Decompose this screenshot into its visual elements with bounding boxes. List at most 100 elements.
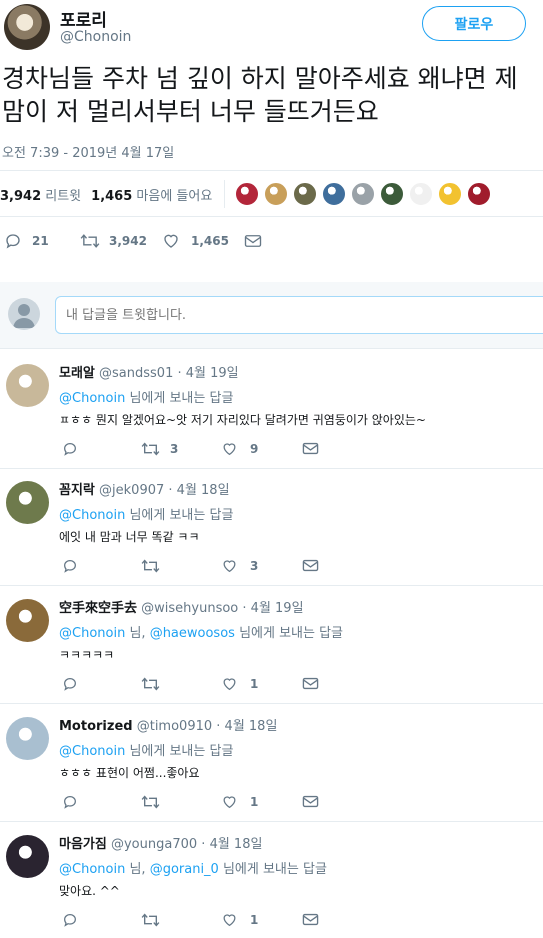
mention-link[interactable]: @Chonoin [59,508,125,523]
like-count: 3 [250,559,259,573]
retweet-stat-label: 리트윗 [45,188,82,204]
heart-icon [223,796,236,809]
reply-action[interactable] [62,558,78,574]
tweet-timestamp[interactable]: 오전 7:39 - 2019년 4월 17일 [2,142,174,161]
reply-date[interactable]: 4월 19일 [251,601,304,616]
dm-action[interactable] [244,233,262,249]
like-action[interactable]: 3 [221,558,258,574]
author-name[interactable]: 포로리 [60,6,107,31]
default-user-icon [13,304,35,328]
reply-author-handle[interactable]: @younga700 [111,837,197,852]
reply-author-name[interactable]: Motorized [59,719,133,734]
reply-date[interactable]: 4월 19일 [186,366,239,381]
like-count: 1,465 [191,234,229,248]
reply-input[interactable] [55,296,543,334]
liker-avatar[interactable] [380,182,405,206]
reply-author-handle[interactable]: @jek0907 [99,483,164,498]
heart-icon [223,443,236,456]
reply-action[interactable] [62,676,78,692]
liker-avatar[interactable] [438,182,463,206]
retweet-action[interactable]: 3 [141,441,178,457]
reply-tweet[interactable]: 꼼지락 @jek0907 · 4월 18일 @Chonoin 님에게 보내는 답글… [0,469,543,586]
mention-link[interactable]: @Chonoin [59,626,125,641]
liker-avatar[interactable] [351,182,376,206]
retweet-action[interactable] [141,794,170,810]
reply-author-name[interactable]: 모래알 [59,366,95,381]
reply-action[interactable] [62,794,78,810]
reply-date[interactable]: 4월 18일 [225,719,278,734]
reply-author-avatar[interactable] [6,835,49,878]
reply-tweet[interactable]: 모래알 @sandss01 · 4월 19일 @Chonoin 님에게 보내는 답… [0,352,543,469]
reply-action[interactable] [62,441,78,457]
reply-icon [64,560,76,573]
reply-tweet[interactable]: Motorized @timo0910 · 4월 18일 @Chonoin 님에게… [0,705,543,822]
divider [0,703,543,704]
reply-date[interactable]: 4월 18일 [177,483,230,498]
dm-action[interactable] [302,676,319,691]
dm-action[interactable] [302,441,319,456]
like-action[interactable]: 1 [221,912,258,928]
reply-actions: 1 [62,912,322,932]
reply-author-name[interactable]: 空手來空手去 [59,601,137,616]
reply-action[interactable]: 21 [4,232,49,250]
reply-icon [6,234,20,249]
reply-author-avatar[interactable] [6,599,49,642]
replying-to: @Chonoin 님, @gorani_0 님에게 보내는 답글 [59,858,327,877]
mention-link[interactable]: @Chonoin [59,862,125,877]
reply-author-avatar[interactable] [6,717,49,760]
reply-author-handle[interactable]: @wisehyunsoo [141,601,238,616]
retweet-action[interactable]: 3,942 [80,232,147,250]
follow-button[interactable]: 팔로우 [422,6,526,41]
like-count: 9 [250,442,259,456]
mention-link[interactable]: @Chonoin [59,391,125,406]
reply-date[interactable]: 4월 18일 [210,837,263,852]
reply-author-name[interactable]: 꼼지락 [59,483,95,498]
dm-action[interactable] [302,558,319,573]
separator-dot: · [173,366,186,381]
heart-icon [223,914,236,927]
retweet-action[interactable] [141,912,170,928]
like-count: 1 [250,913,259,927]
liker-avatar[interactable] [409,182,434,206]
retweet-action[interactable] [141,558,170,574]
reply-icon [64,796,76,809]
mention-link[interactable]: @haewoosos [150,626,235,641]
like-action[interactable]: 1,465 [162,232,229,250]
author-avatar[interactable] [4,4,50,50]
separator-dot: · [164,483,177,498]
liker-avatar[interactable] [235,182,260,206]
reply-action[interactable] [62,912,78,928]
liker-avatar[interactable] [467,182,492,206]
retweet-stat[interactable]: 3,942 리트윗 [0,185,81,204]
reply-tweet[interactable]: 마음가짐 @younga700 · 4월 18일 @Chonoin 님, @gor… [0,823,543,938]
like-stat[interactable]: 1,465 마음에 들어요 [91,185,212,204]
reply-author-avatar[interactable] [6,364,49,407]
author-handle[interactable]: @Chonoin [60,29,131,45]
envelope-icon [302,913,319,926]
mention-link[interactable]: @Chonoin [59,744,125,759]
like-count: 1 [250,795,259,809]
reply-author-avatar[interactable] [6,481,49,524]
liker-avatar[interactable] [264,182,289,206]
mention-link[interactable]: @gorani_0 [150,862,219,877]
dm-action[interactable] [302,912,319,927]
reply-text: ㅋㅋㅋㅋㅋ [59,648,115,662]
retweet-action[interactable] [141,676,170,692]
dm-action[interactable] [302,794,319,809]
reply-tweet[interactable]: 空手來空手去 @wisehyunsoo · 4월 19일 @Chonoin 님, … [0,587,543,704]
like-action[interactable]: 9 [221,441,258,457]
reply-actions: 1 [62,794,322,814]
reply-author-name[interactable]: 마음가짐 [59,837,107,852]
like-action[interactable]: 1 [221,676,258,692]
reply-header: 마음가짐 @younga700 · 4월 18일 [59,833,262,852]
mention-separator: 님, [125,626,150,641]
liker-avatar[interactable] [293,182,318,206]
replying-to-suffix: 님에게 보내는 답글 [125,508,234,523]
tweet-stats: 3,942 리트윗 1,465 마음에 들어요 [0,172,543,216]
reply-icon [64,914,76,927]
reply-author-handle[interactable]: @timo0910 [137,719,212,734]
reply-author-handle[interactable]: @sandss01 [99,366,173,381]
liker-avatar[interactable] [322,182,347,206]
like-action[interactable]: 1 [221,794,258,810]
retweet-icon [141,913,160,927]
